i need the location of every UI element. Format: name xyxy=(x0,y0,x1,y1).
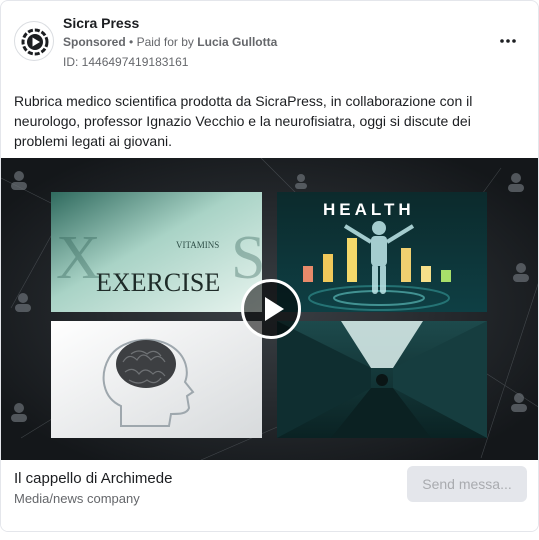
more-horizontal-icon xyxy=(500,39,516,43)
page-avatar[interactable] xyxy=(14,21,54,61)
link-title[interactable]: Il cappello di Archimede xyxy=(14,470,172,487)
ad-card: Sicra Press Sponsored • Paid for by Luci… xyxy=(0,0,539,532)
sponsored-line: Sponsored • Paid for by Lucia Gullotta xyxy=(63,35,277,49)
paid-for-prefix: Paid for by xyxy=(136,35,194,49)
link-subtitle: Media/news company xyxy=(14,491,140,506)
play-button[interactable] xyxy=(241,279,301,339)
health-text: HEALTH xyxy=(323,200,415,219)
ad-body-text: Rubrica medico scientifica prodotta da S… xyxy=(14,93,473,149)
page-name[interactable]: Sicra Press xyxy=(63,15,139,31)
exercise-panel: X S VITAMINS EXERCISE xyxy=(51,192,265,312)
ad-header: Sicra Press Sponsored • Paid for by Luci… xyxy=(1,1,538,81)
meta-separator: • xyxy=(129,35,134,49)
play-icon xyxy=(265,297,284,321)
ad-footer: Il cappello di Archimede Media/news comp… xyxy=(1,460,538,531)
video-player[interactable]: X S VITAMINS EXERCISE HEALTH xyxy=(1,158,538,460)
vitamins-text: VITAMINS xyxy=(176,240,219,250)
ad-id: ID: 1446497419183161 xyxy=(63,55,189,69)
health-panel: HEALTH xyxy=(277,192,487,312)
more-options-button[interactable] xyxy=(496,29,520,53)
brain-panel xyxy=(51,321,262,438)
sponsored-label: Sponsored xyxy=(63,35,126,49)
exercise-text: EXERCISE xyxy=(96,268,220,297)
paid-for-name: Lucia Gullotta xyxy=(197,35,278,49)
tunnel-panel xyxy=(277,321,487,438)
svg-text:X: X xyxy=(56,224,101,292)
play-logo-icon xyxy=(21,28,49,56)
send-message-button[interactable]: Send messa... xyxy=(407,466,527,502)
